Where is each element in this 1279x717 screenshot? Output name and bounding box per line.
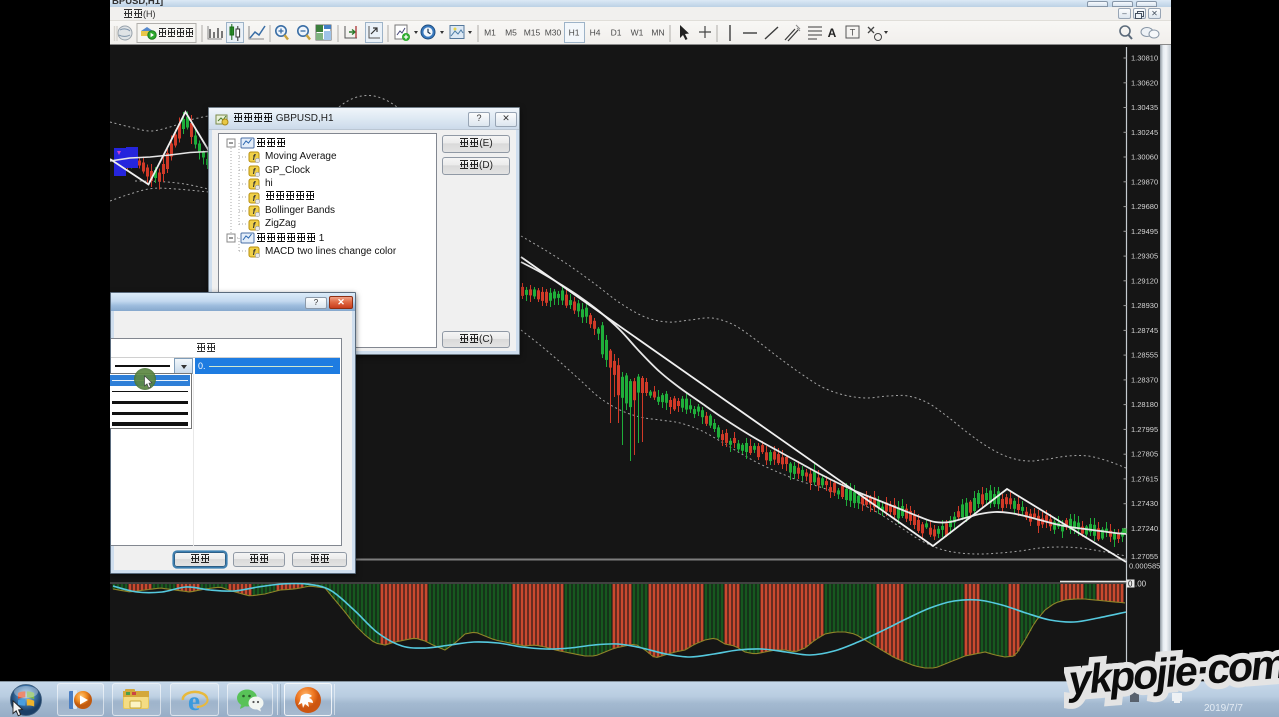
svg-text:M30: M30 [545,28,562,38]
svg-text:1.29680: 1.29680 [1131,202,1158,211]
svg-text:0.000585: 0.000585 [1129,562,1160,571]
svg-text:1.30245: 1.30245 [1131,128,1158,137]
svg-text:H1: H1 [569,28,580,38]
svg-text:0: 0 [1128,580,1133,589]
svg-text:1.30060: 1.30060 [1131,153,1158,162]
svg-text:H4: H4 [590,28,601,38]
svg-text:D1: D1 [611,28,622,38]
svg-text:1.27805: 1.27805 [1131,450,1158,459]
svg-text:T: T [850,28,856,38]
svg-text:1.29870: 1.29870 [1131,177,1158,186]
svg-text:1.27240: 1.27240 [1131,524,1158,533]
svg-text:1.28180: 1.28180 [1131,400,1158,409]
svg-text:M5: M5 [505,28,517,38]
svg-text:.00: .00 [1135,580,1147,589]
svg-text:1.29305: 1.29305 [1131,252,1158,261]
svg-text:1.28555: 1.28555 [1131,351,1158,360]
svg-text:1.28930: 1.28930 [1131,301,1158,310]
svg-text:1.30435: 1.30435 [1131,103,1158,112]
svg-text:1.27430: 1.27430 [1131,499,1158,508]
svg-text:1.27615: 1.27615 [1131,474,1158,483]
svg-text:1.30620: 1.30620 [1131,78,1158,87]
svg-text:MN: MN [651,28,664,38]
svg-text:1.29495: 1.29495 [1131,227,1158,236]
svg-text:1.29120: 1.29120 [1131,276,1158,285]
svg-text:ykpojie·com: ykpojie·com [1065,641,1279,704]
svg-text:W1: W1 [631,28,644,38]
svg-text:1.28370: 1.28370 [1131,375,1158,384]
svg-text:1.30810: 1.30810 [1131,54,1158,63]
svg-text:M15: M15 [524,28,541,38]
svg-text:1.27055: 1.27055 [1131,552,1158,561]
svg-text:e: e [188,686,200,714]
svg-text:M1: M1 [484,28,496,38]
svg-text:1.28745: 1.28745 [1131,326,1158,335]
svg-text:A: A [828,26,837,40]
svg-text:1.27995: 1.27995 [1131,425,1158,434]
